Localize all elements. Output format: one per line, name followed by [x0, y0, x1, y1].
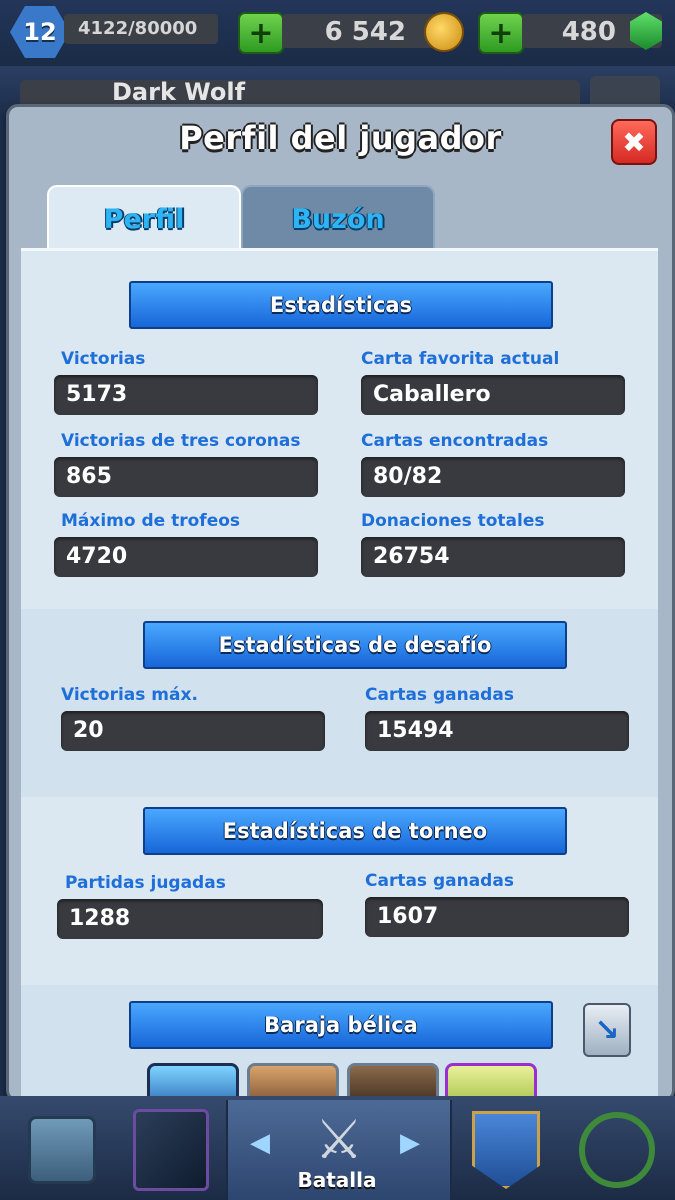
clan-icon — [472, 1111, 540, 1189]
add-gold-button[interactable]: + — [238, 12, 284, 54]
nav-tournaments[interactable] — [562, 1100, 672, 1200]
stat-value-max-trophies: 4720 — [54, 537, 318, 577]
stat-value-donations: 26754 — [361, 537, 625, 577]
laurel-sword-icon — [579, 1112, 655, 1188]
gold-amount: 6 542 — [324, 17, 406, 47]
plus-icon: + — [488, 15, 514, 51]
stat-label-donations: Donaciones totales — [361, 511, 545, 531]
tournament-value-games-played: 1288 — [57, 899, 323, 939]
tournament-label-cards-won: Cartas ganadas — [365, 871, 514, 891]
tournament-label-games-played: Partidas jugadas — [65, 873, 226, 893]
player-profile-modal: Perfil del jugador ✖ Perfil Buzón Estadí… — [6, 104, 675, 1109]
stat-label-wins: Victorias — [61, 349, 146, 369]
tab-mailbox[interactable]: Buzón — [241, 185, 435, 251]
copy-deck-button[interactable]: ↘ — [583, 1003, 631, 1057]
nav-left-arrow-icon[interactable]: ◀ — [250, 1128, 270, 1158]
crossed-swords-icon: ⚔ — [314, 1107, 364, 1171]
level-number: 12 — [23, 18, 57, 46]
add-gems-button[interactable]: + — [478, 12, 524, 54]
challenge-value-cards-won: 15494 — [365, 711, 629, 751]
stat-label-cards-found: Cartas encontradas — [361, 431, 549, 451]
tournament-header: Estadísticas de torneo — [143, 807, 567, 855]
close-button[interactable]: ✖ — [611, 119, 657, 165]
challenge-header: Estadísticas de desafío — [143, 621, 567, 669]
background-player-name: Dark Wolf — [112, 78, 246, 106]
nav-right-arrow-icon[interactable]: ▶ — [400, 1128, 420, 1158]
cards-icon — [133, 1109, 209, 1191]
tab-profile[interactable]: Perfil — [47, 185, 241, 251]
nav-clan[interactable] — [452, 1100, 560, 1200]
stat-value-three-crowns: 865 — [54, 457, 318, 497]
nav-shop[interactable] — [8, 1100, 116, 1200]
modal-title: Perfil del jugador — [179, 119, 502, 157]
xp-bar: 4122/80000 — [64, 14, 218, 44]
stat-label-max-trophies: Máximo de trofeos — [61, 511, 241, 531]
challenge-label-max-wins: Victorias máx. — [61, 685, 198, 705]
stat-value-cards-found: 80/82 — [361, 457, 625, 497]
xp-text: 4122/80000 — [78, 18, 198, 39]
stat-value-favorite-card: Caballero — [361, 375, 625, 415]
deck-header: Baraja bélica — [129, 1001, 553, 1049]
chest-icon — [28, 1116, 96, 1184]
stat-label-favorite-card: Carta favorita actual — [361, 349, 560, 369]
challenge-value-max-wins: 20 — [61, 711, 325, 751]
stat-value-wins: 5173 — [54, 375, 318, 415]
stats-header: Estadísticas — [129, 281, 553, 329]
tournament-value-cards-won: 1607 — [365, 897, 629, 937]
gold-coin-icon — [424, 12, 464, 52]
challenge-label-cards-won: Cartas ganadas — [365, 685, 514, 705]
arrow-icon: ↘ — [594, 1012, 620, 1048]
gems-amount: 480 — [561, 17, 616, 47]
profile-panel: Estadísticas Victorias 5173 Victorias de… — [21, 248, 658, 1099]
nav-battle-label: Batalla — [297, 1168, 377, 1192]
nav-cards[interactable] — [118, 1100, 224, 1200]
plus-icon: + — [248, 15, 274, 51]
close-icon: ✖ — [622, 125, 646, 159]
stat-label-three-crowns: Victorias de tres coronas — [61, 431, 301, 451]
